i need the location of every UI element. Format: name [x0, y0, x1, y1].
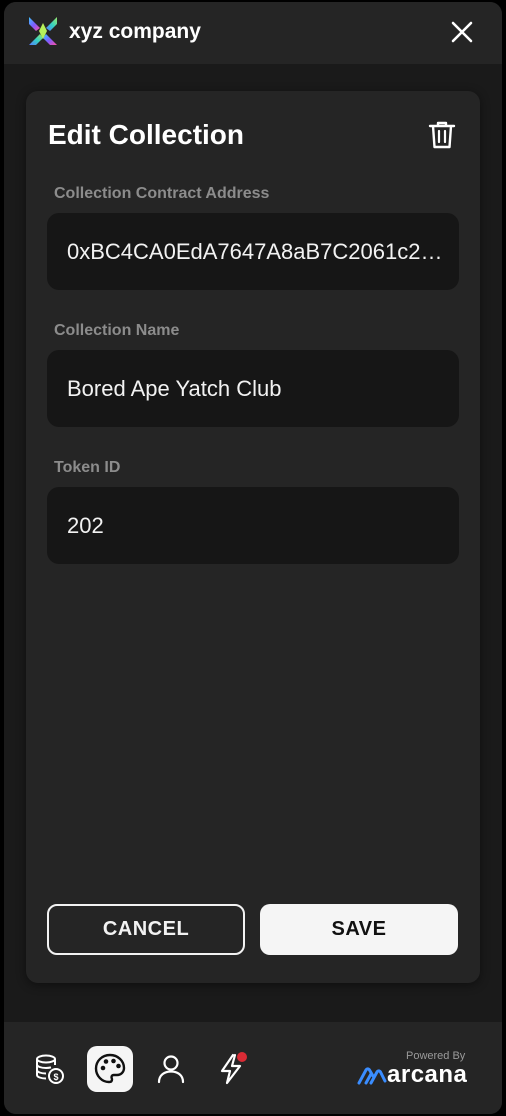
nav-activity[interactable] [209, 1046, 255, 1092]
company-name: xyz company [69, 20, 201, 43]
contract-address-field-box [47, 213, 459, 290]
page-title: Edit Collection [48, 119, 244, 150]
app-window: xyz company Edit Collection Collection C… [4, 2, 502, 1114]
profile-icon [157, 1055, 185, 1084]
token-id-input[interactable] [47, 487, 459, 564]
xyz-logo-icon [29, 17, 57, 45]
wallet-coins-icon: $ [36, 1054, 64, 1084]
collection-name-field-box [47, 350, 459, 427]
contract-address-input[interactable] [47, 213, 459, 290]
nav-profile[interactable] [148, 1046, 194, 1092]
save-button[interactable]: SAVE [260, 904, 458, 955]
lightning-icon [220, 1052, 247, 1085]
collection-name-input[interactable] [47, 350, 459, 427]
bottom-nav: $ Powered By arcana [4, 1022, 502, 1114]
contract-address-label: Collection Contract Address [54, 185, 270, 202]
close-icon[interactable] [449, 19, 475, 45]
nav-nft[interactable] [87, 1046, 133, 1092]
arcana-logo-icon [357, 1067, 387, 1085]
cancel-button[interactable]: CANCEL [47, 904, 245, 955]
palette-icon [94, 1053, 126, 1084]
token-id-label: Token ID [54, 459, 121, 476]
header: xyz company [4, 2, 502, 64]
collection-name-label: Collection Name [54, 322, 180, 339]
nav-wallet[interactable]: $ [26, 1046, 72, 1092]
svg-text:$: $ [53, 1072, 58, 1082]
trash-icon[interactable] [427, 119, 457, 151]
token-id-field-box [47, 487, 459, 564]
notification-dot [237, 1052, 247, 1062]
edit-collection-card: Edit Collection Collection Contract Addr… [26, 91, 480, 983]
arcana-brand: arcana [387, 1061, 468, 1088]
